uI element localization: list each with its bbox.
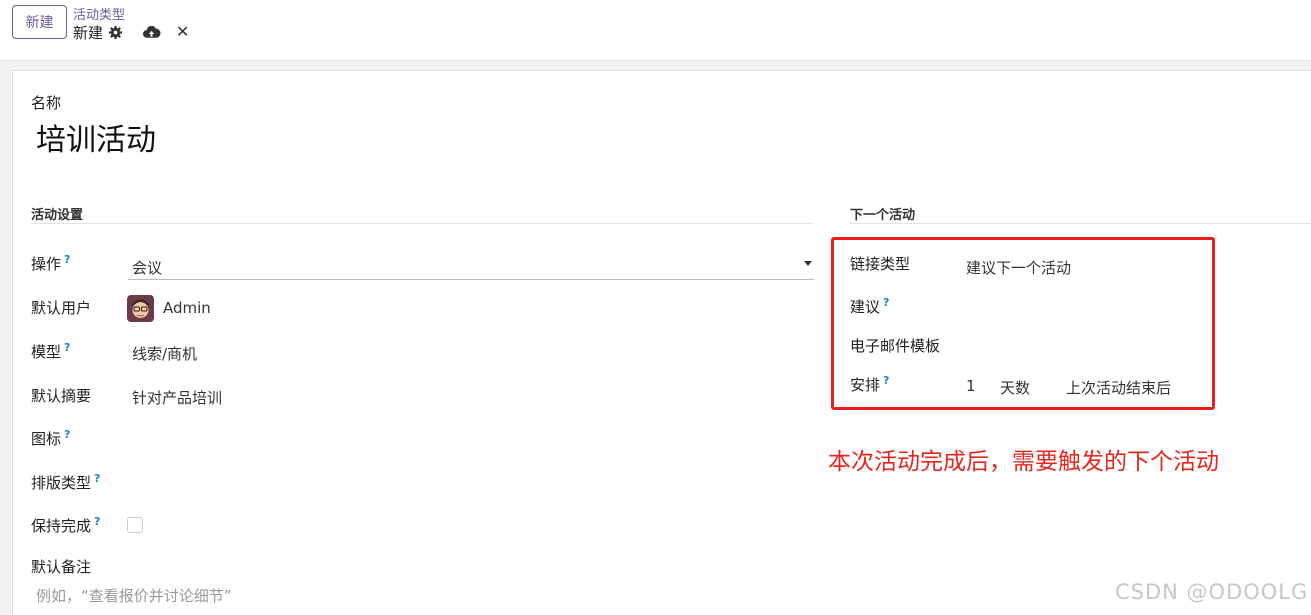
- field-label-keep-done: 保持完成?: [31, 515, 101, 535]
- annotation-highlight-box: [831, 237, 1215, 410]
- model-value[interactable]: 线索/商机: [132, 343, 197, 364]
- chevron-down-icon[interactable]: [804, 261, 812, 266]
- annotation-text: 本次活动完成后，需要触发的下个活动: [828, 449, 1219, 475]
- section-divider: [850, 223, 1311, 224]
- keep-done-checkbox[interactable]: [127, 517, 143, 533]
- help-icon[interactable]: ?: [64, 341, 70, 354]
- control-panel: 新建 活动类型 新建 ✕: [0, 0, 1311, 61]
- section-title-next-activity: 下一个活动: [850, 208, 916, 223]
- field-label-action: 操作?: [31, 253, 71, 273]
- name-input[interactable]: 培训活动: [36, 115, 156, 159]
- section-title-activity-settings: 活动设置: [31, 208, 84, 223]
- default-user-value[interactable]: Admin: [163, 299, 211, 317]
- cloud-upload-icon[interactable]: [142, 24, 161, 40]
- breadcrumb-activity-types[interactable]: 活动类型: [73, 4, 125, 23]
- action-select[interactable]: 会议: [132, 257, 162, 278]
- close-icon[interactable]: ✕: [176, 24, 190, 40]
- action-select-underline: [128, 279, 814, 280]
- default-summary-input[interactable]: 针对产品培训: [132, 387, 222, 408]
- field-label-icon: 图标?: [31, 428, 71, 448]
- watermark: CSDN @ODOOLG: [1115, 580, 1309, 604]
- field-label-default-summary: 默认摘要: [31, 387, 92, 405]
- name-label: 名称: [31, 94, 62, 112]
- record-title: 新建: [73, 24, 104, 42]
- new-button[interactable]: 新建: [12, 5, 67, 39]
- section-divider: [31, 223, 813, 224]
- avatar: [127, 295, 154, 322]
- help-icon[interactable]: ?: [94, 472, 100, 485]
- gear-icon[interactable]: [108, 25, 123, 40]
- field-label-model: 模型?: [31, 341, 71, 361]
- help-icon[interactable]: ?: [94, 515, 100, 528]
- field-label-default-note: 默认备注: [31, 558, 92, 576]
- help-icon[interactable]: ?: [64, 253, 70, 266]
- default-note-editor[interactable]: 例如，“查看报价并讨论细节”: [36, 585, 232, 606]
- field-label-decoration-type: 排版类型?: [31, 472, 101, 492]
- field-label-default-user: 默认用户: [31, 299, 92, 317]
- help-icon[interactable]: ?: [64, 428, 70, 441]
